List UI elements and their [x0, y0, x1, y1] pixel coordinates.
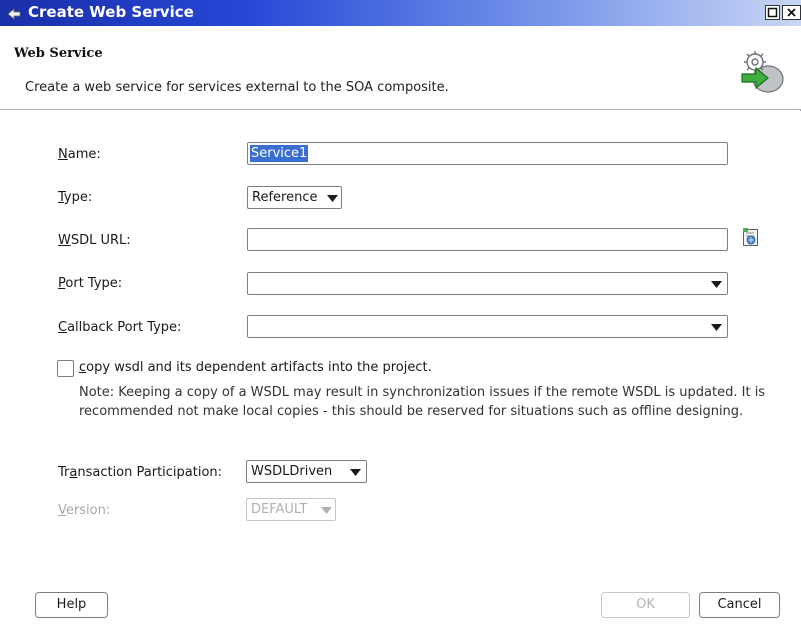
type-value: Reference: [252, 190, 318, 205]
header-description: Create a web service for services extern…: [25, 80, 449, 95]
chevron-down-icon: [711, 281, 722, 288]
wizard-header: Web Service Create a web service for ser…: [0, 26, 801, 110]
version-value: DEFAULT: [251, 502, 308, 517]
close-button[interactable]: [782, 5, 801, 20]
type-label: Type:: [58, 190, 93, 205]
chevron-down-icon: [321, 507, 332, 514]
name-label: Name:: [58, 147, 101, 162]
wsdl-url-label: WSDL URL:: [58, 233, 131, 248]
title-bar[interactable]: Create Web Service: [0, 0, 801, 26]
copy-wsdl-checkbox[interactable]: [57, 360, 74, 377]
ok-button: OK: [601, 592, 690, 618]
cancel-button[interactable]: Cancel: [699, 592, 780, 618]
port-type-label: Port Type:: [58, 276, 123, 291]
callback-port-type-label: Callback Port Type:: [58, 320, 182, 335]
transaction-participation-label: Transaction Participation:: [58, 465, 223, 480]
maximize-icon: [767, 7, 778, 18]
service-wizard-icon: [7, 8, 21, 20]
chevron-down-icon: [350, 469, 361, 476]
chevron-down-icon: [327, 195, 338, 202]
create-web-service-dialog: Create Web Service Web Service Create a …: [0, 0, 801, 639]
header-title: Web Service: [14, 46, 103, 61]
copy-wsdl-label[interactable]: copy wsdl and its dependent artifacts in…: [79, 360, 432, 375]
form-area: Name: Service1 Type: Reference WSDL URL:…: [0, 111, 801, 639]
version-select: DEFAULT: [246, 498, 336, 521]
port-type-select[interactable]: [247, 272, 728, 295]
name-input[interactable]: Service1: [247, 142, 728, 165]
chevron-down-icon: [711, 324, 722, 331]
name-value: Service1: [250, 145, 309, 162]
web-service-gear-arrow-icon: [741, 51, 784, 93]
maximize-button[interactable]: [765, 5, 780, 20]
type-select[interactable]: Reference: [247, 186, 342, 209]
window-title: Create Web Service: [28, 3, 194, 21]
version-label: Version:: [58, 503, 111, 518]
callback-port-type-select[interactable]: [247, 315, 728, 338]
transaction-participation-value: WSDLDriven: [251, 464, 333, 479]
transaction-participation-select[interactable]: WSDLDriven: [246, 460, 367, 483]
help-button[interactable]: Help: [35, 592, 108, 618]
close-icon: [787, 8, 796, 17]
browse-wsdl-icon[interactable]: [742, 227, 760, 247]
copy-wsdl-note: Note: Keeping a copy of a WSDL may resul…: [79, 385, 766, 419]
wsdl-url-input[interactable]: [247, 228, 728, 251]
